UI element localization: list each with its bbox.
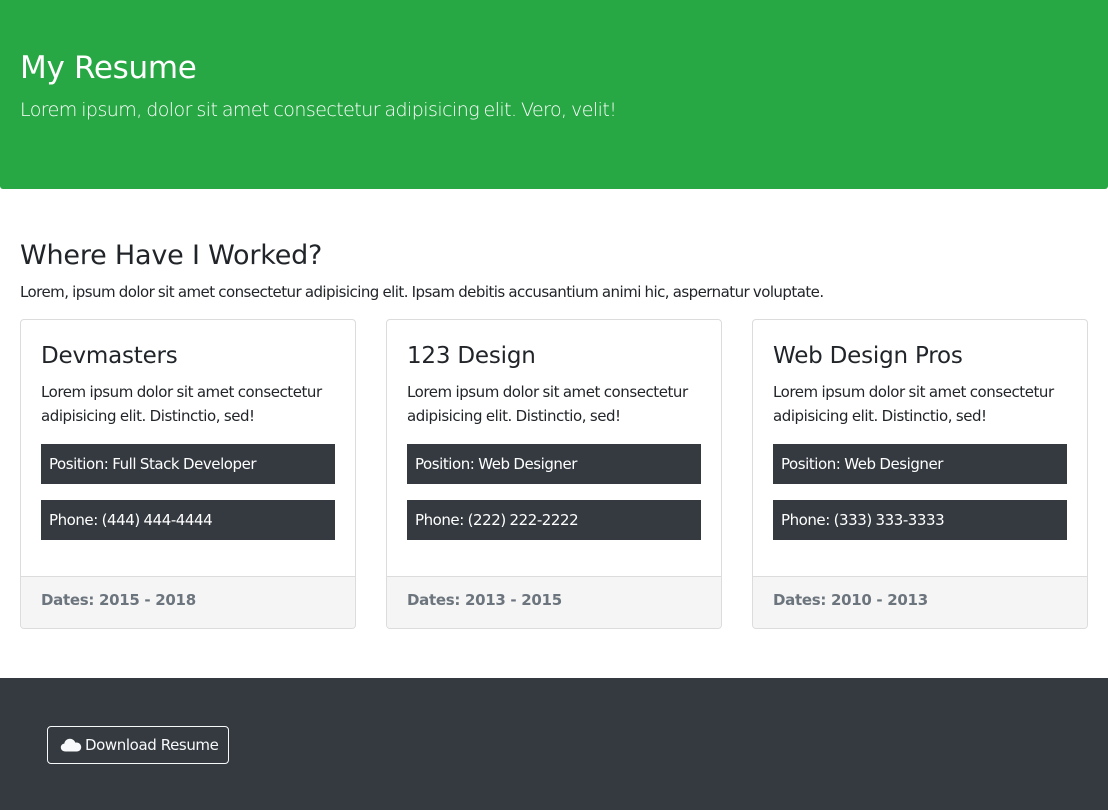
phone-box: Phone: (444) 444-4444 xyxy=(41,500,335,540)
card-text: Lorem ipsum dolor sit amet consectetur a… xyxy=(41,383,322,425)
section-title: Where Have I Worked? xyxy=(20,240,323,271)
position-box: Position: Web Designer xyxy=(407,444,701,484)
cloud-icon xyxy=(60,738,82,752)
card-title: Web Design Pros xyxy=(773,343,963,369)
card-title: 123 Design xyxy=(407,343,536,369)
download-button-label: Download Resume xyxy=(85,736,219,754)
position-box: Position: Full Stack Developer xyxy=(41,444,335,484)
card-title: Devmasters xyxy=(41,343,178,369)
card-footer-dates: Dates: 2010 - 2013 xyxy=(753,576,1087,628)
hero-subtitle: Lorem ipsum, dolor sit amet consectetur … xyxy=(20,99,617,121)
card-text: Lorem ipsum dolor sit amet consectetur a… xyxy=(407,383,688,425)
hero-banner: My Resume Lorem ipsum, dolor sit amet co… xyxy=(0,0,1108,189)
job-card-web-design-pros: Web Design Pros Lorem ipsum dolor sit am… xyxy=(752,319,1088,629)
phone-box: Phone: (222) 222-2222 xyxy=(407,500,701,540)
section-subtitle: Lorem, ipsum dolor sit amet consectetur … xyxy=(20,283,824,301)
card-footer-dates: Dates: 2015 - 2018 xyxy=(21,576,355,628)
page-title: My Resume xyxy=(20,50,197,86)
card-text: Lorem ipsum dolor sit amet consectetur a… xyxy=(773,383,1054,425)
job-card-devmasters: Devmasters Lorem ipsum dolor sit amet co… xyxy=(20,319,356,629)
phone-box: Phone: (333) 333-3333 xyxy=(773,500,1067,540)
job-card-123-design: 123 Design Lorem ipsum dolor sit amet co… xyxy=(386,319,722,629)
position-box: Position: Web Designer xyxy=(773,444,1067,484)
card-footer-dates: Dates: 2013 - 2015 xyxy=(387,576,721,628)
download-resume-button[interactable]: Download Resume xyxy=(47,726,229,764)
page-footer: Download Resume xyxy=(0,678,1108,810)
